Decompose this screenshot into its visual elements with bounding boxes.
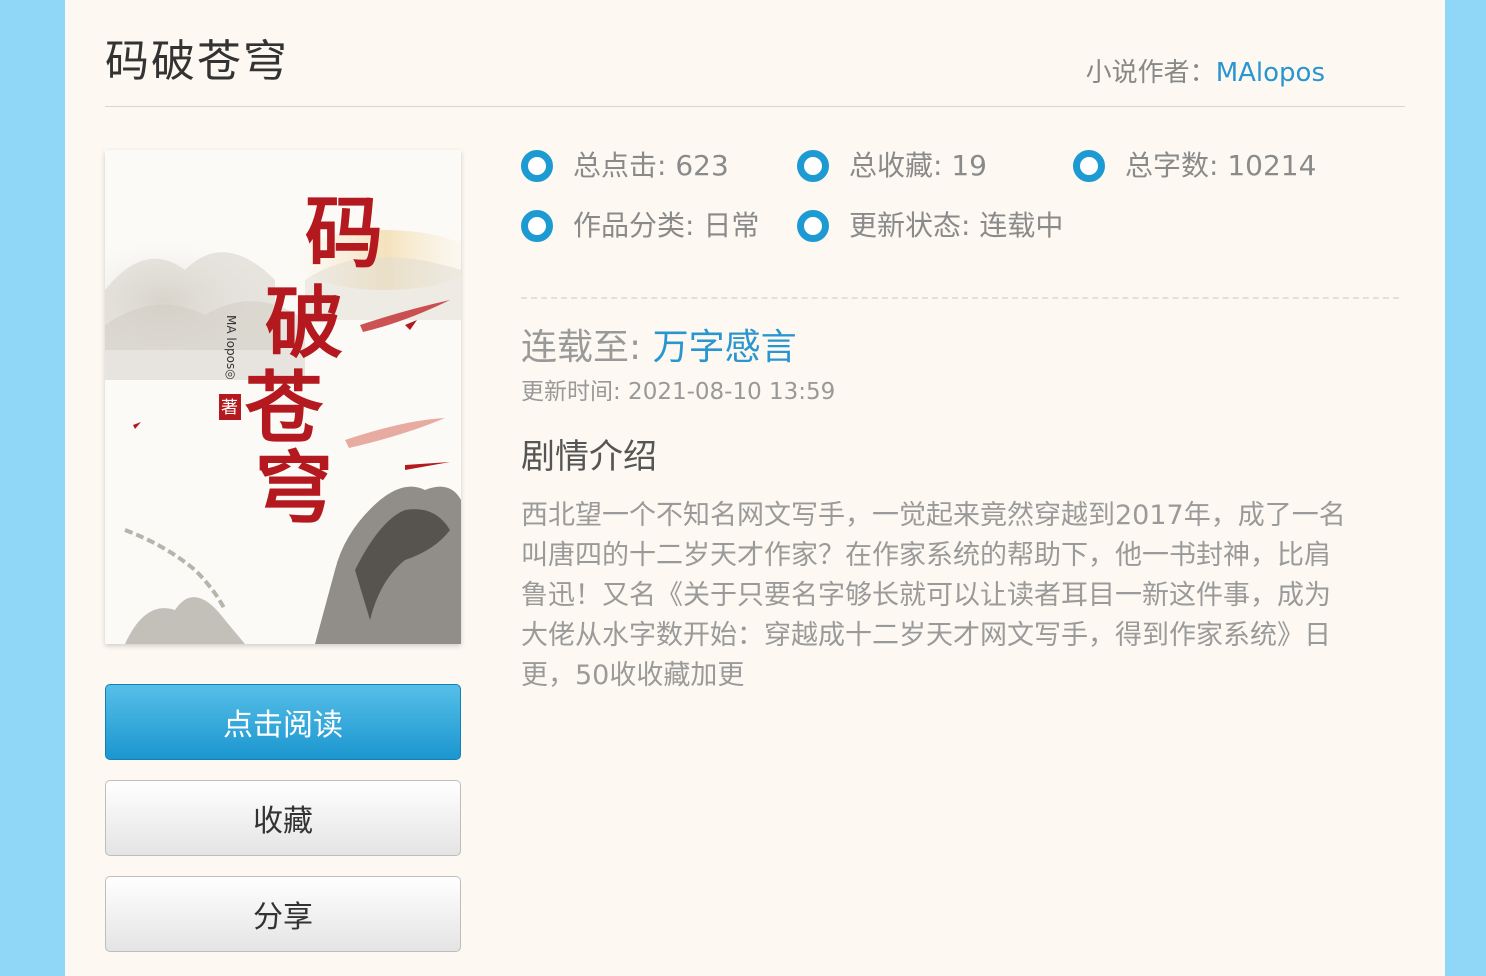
cover-title-char: 苍 (245, 363, 324, 454)
stat-label: 总点击: 623 (573, 149, 729, 182)
stat-total-clicks: 总点击: 623 (521, 148, 729, 184)
stat-total-favorites: 总收藏: 19 (797, 148, 987, 184)
share-button[interactable]: 分享 (105, 876, 461, 952)
book-detail-panel: 码破苍穹 小说作者：MAlopos 码 破 苍 穹 MA lopos◎ 著 点击… (65, 0, 1445, 976)
header: 码破苍穹 小说作者：MAlopos (105, 0, 1405, 107)
bullet-icon (521, 150, 553, 182)
stat-label: 总字数: 10214 (1125, 149, 1317, 182)
bullet-icon (797, 150, 829, 182)
stat-label: 总收藏: 19 (849, 149, 987, 182)
cover-title-char: 穹 (255, 443, 333, 534)
read-button[interactable]: 点击阅读 (105, 684, 461, 760)
stat-category: 作品分类: 日常 (521, 208, 759, 244)
stat-total-words: 总字数: 10214 (1073, 148, 1316, 184)
cover-author: MA lopos◎ (224, 315, 238, 380)
cover-seal-char: 著 (221, 398, 238, 418)
cover-title-char: 破 (265, 278, 343, 369)
author-line: 小说作者：MAlopos (1086, 56, 1325, 90)
bullet-icon (521, 210, 553, 242)
latest-chapter-link[interactable]: 万字感言 (653, 327, 797, 368)
favorite-button[interactable]: 收藏 (105, 780, 461, 856)
book-cover[interactable]: 码 破 苍 穹 MA lopos◎ 著 (105, 150, 461, 644)
book-title: 码破苍穹 (105, 36, 289, 87)
bullet-icon (797, 210, 829, 242)
stat-label: 作品分类: 日常 (573, 209, 760, 242)
cover-art: 码 破 苍 穹 MA lopos◎ 著 (105, 150, 461, 644)
synopsis-title: 剧情介绍 (521, 437, 657, 477)
update-time: 更新时间: 2021-08-10 13:59 (521, 379, 836, 405)
cover-title-char: 码 (305, 188, 383, 279)
stat-label: 更新状态: 连载中 (849, 209, 1064, 242)
synopsis-text: 西北望一个不知名网文写手，一觉起来竟然穿越到2017年，成了一名叫唐四的十二岁天… (521, 500, 1346, 691)
bullet-icon (1073, 150, 1105, 182)
latest-label: 连载至: (521, 327, 642, 368)
stat-status: 更新状态: 连载中 (797, 208, 1063, 244)
author-label: 小说作者： (1085, 58, 1216, 88)
author-link[interactable]: MAlopos (1216, 58, 1325, 88)
dashed-divider (521, 297, 1399, 299)
latest-chapter: 连载至: 万字感言 (521, 326, 797, 370)
